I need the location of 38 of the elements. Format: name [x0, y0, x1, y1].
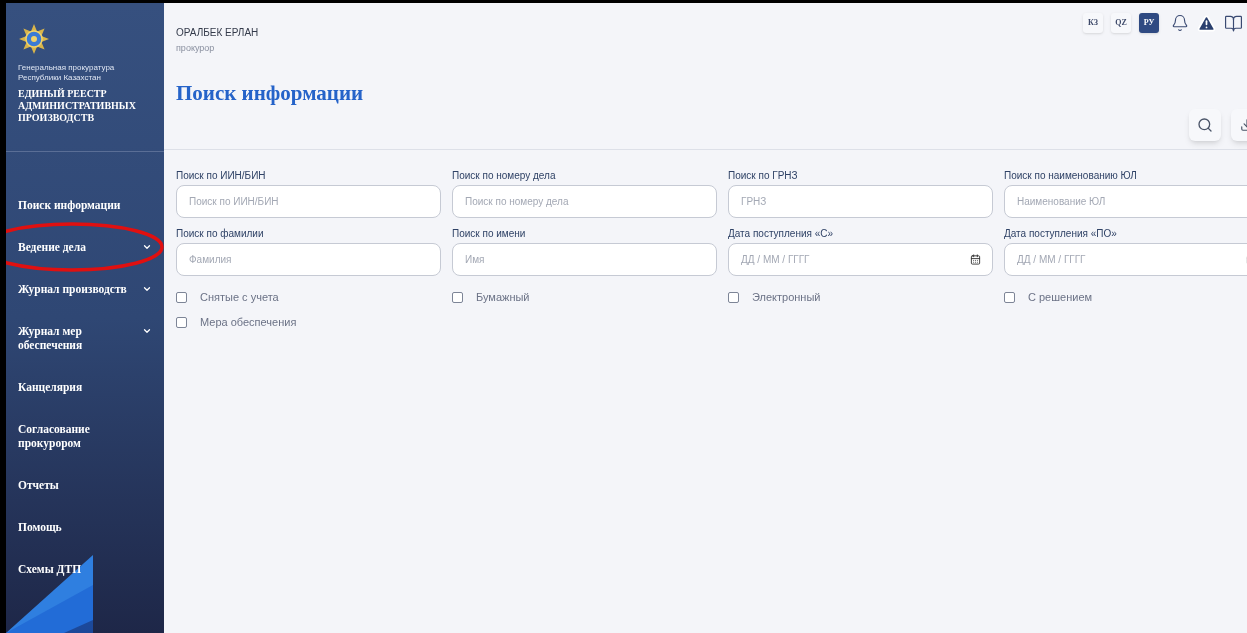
- nav-item[interactable]: Согласование прокурором: [18, 422, 152, 478]
- system-name: ЕДИНЫЙ РЕЕСТР АДМИНИСТРАТИВНЫХ ПРОИЗВОДСТВ: [18, 88, 137, 124]
- input-field[interactable]: Фамилия: [176, 243, 441, 276]
- checkbox[interactable]: Бумажный: [452, 288, 717, 306]
- language-button[interactable]: РУ: [1139, 13, 1159, 33]
- field-label: Поиск по наименованию ЮЛ: [1004, 169, 1138, 180]
- nav-item[interactable]: Канцелярия: [18, 380, 152, 422]
- nav-item[interactable]: Ведение дела: [18, 240, 152, 282]
- nav-item[interactable]: Схемы ДТП: [18, 562, 152, 604]
- date-field[interactable]: ДД / ММ / ГГГГ: [1004, 243, 1247, 276]
- input-field[interactable]: Наименование ЮЛ: [1004, 185, 1247, 218]
- nav-item[interactable]: Помощь: [18, 520, 152, 562]
- checkbox[interactable]: Электронный: [728, 288, 993, 306]
- date-field[interactable]: ДД / ММ / ГГГГ: [728, 243, 993, 276]
- nav-item[interactable]: Журнал производств: [18, 282, 152, 324]
- field-label: Поиск по ГРНЗ: [728, 169, 799, 180]
- input-field[interactable]: Поиск по ИИН/БИН: [176, 185, 441, 218]
- checkbox[interactable]: С решением: [1004, 288, 1247, 306]
- org-name: Генеральная прокуратура Республики Казахстан: [18, 63, 116, 83]
- language-button[interactable]: КЗ: [1083, 13, 1103, 33]
- field-label: Дата поступления «ПО»: [1004, 227, 1118, 238]
- checkbox[interactable]: Мера обеспечения: [176, 313, 441, 331]
- field-label: Поиск по фамилии: [176, 227, 265, 238]
- page-title: Поиск информации: [176, 79, 364, 107]
- input-field[interactable]: Имя: [452, 243, 717, 276]
- field-label: Поиск по ИИН/БИН: [176, 169, 267, 180]
- field-label: Поиск по имени: [452, 227, 527, 238]
- nav-item[interactable]: Журнал мер обеспечения: [18, 324, 152, 380]
- field-label: Поиск по номеру дела: [452, 169, 557, 180]
- user-role: прокурор: [176, 42, 216, 55]
- nav-item[interactable]: Отчеты: [18, 478, 152, 520]
- input-field[interactable]: ГРНЗ: [728, 185, 993, 218]
- user-name: ОРАЛБЕК ЕРЛАН: [176, 26, 260, 40]
- field-label: Дата поступления «С»: [728, 227, 835, 238]
- nav-item[interactable]: Поиск информации: [18, 198, 152, 240]
- checkbox[interactable]: Снятые с учета: [176, 288, 441, 306]
- input-field[interactable]: Поиск по номеру дела: [452, 185, 717, 218]
- language-button[interactable]: QZ: [1111, 13, 1131, 33]
